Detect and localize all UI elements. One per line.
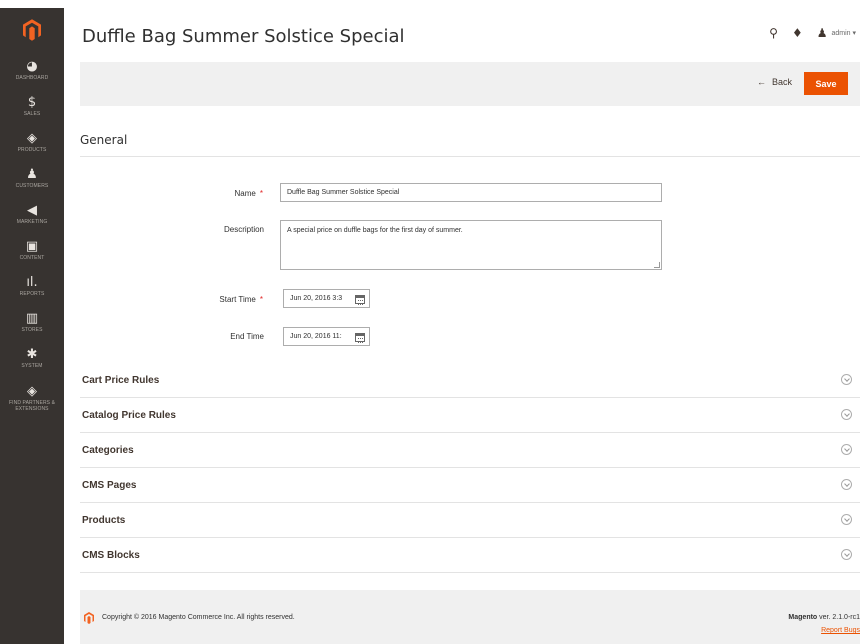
name-input[interactable]: Duffle Bag Summer Solstice Special xyxy=(280,183,662,202)
section-title: Cart Price Rules xyxy=(82,375,160,386)
collapsible-section-products[interactable]: Products xyxy=(80,504,860,538)
section-title: CMS Blocks xyxy=(82,550,140,561)
description-textarea[interactable]: A special price on duffle bags for the f… xyxy=(280,220,662,270)
copyright-text: Copyright © 2016 Magento Commerce Inc. A… xyxy=(102,614,295,621)
back-button[interactable]: ← Back xyxy=(757,77,792,87)
sidebar-item-dashboard[interactable]: ◕ DASHBOARD xyxy=(0,52,64,88)
admin-account-menu[interactable]: ♟ admin ▾ xyxy=(817,26,856,40)
sidebar-item-label: MARKETING xyxy=(16,218,48,225)
sidebar-item-label: REPORTS xyxy=(19,290,45,297)
sidebar-item-label: SYSTEM xyxy=(21,362,43,369)
magento-logo-icon xyxy=(84,612,94,624)
sidebar-item-label: STORES xyxy=(21,326,43,333)
sidebar-item-label: CONTENT xyxy=(19,254,45,261)
person-icon: ♟ xyxy=(26,166,38,182)
sidebar-item-label: SALES xyxy=(23,110,41,117)
page-actions-bar: ← Back Save xyxy=(80,62,860,106)
version-brand: Magento xyxy=(788,614,818,621)
version-info: Magento ver. 2.1.0-rc1 xyxy=(788,614,860,621)
cube-icon: ◈ xyxy=(27,383,37,399)
collapsible-section-cms-blocks[interactable]: CMS Blocks xyxy=(80,539,860,573)
chevron-down-icon[interactable] xyxy=(841,514,852,525)
start-time-value: Jun 20, 2016 3:3 xyxy=(290,295,343,302)
cube-icon: ◈ xyxy=(27,130,37,146)
section-title: CMS Pages xyxy=(82,480,137,491)
sidebar-item-products[interactable]: ◈ PRODUCTS xyxy=(0,124,64,160)
chevron-down-icon[interactable] xyxy=(841,549,852,560)
section-title: Categories xyxy=(82,445,134,456)
page-header: Duffle Bag Summer Solstice Special ⚲ ♦ ♟… xyxy=(64,8,866,58)
end-time-label: End Time xyxy=(230,332,264,341)
admin-label: admin ▾ xyxy=(831,30,856,37)
arrow-left-icon: ← xyxy=(756,77,766,87)
chevron-down-icon[interactable] xyxy=(841,444,852,455)
admin-sidebar: ◕ DASHBOARD $ SALES ◈ PRODUCTS ♟ CUSTOMERS ◀ MARK… xyxy=(0,8,64,644)
collapsible-section-cms-pages[interactable]: CMS Pages xyxy=(80,469,860,503)
start-time-label-text: Start Time xyxy=(219,295,256,304)
version-number: ver. 2.1.0-rc1 xyxy=(817,614,860,621)
required-mark: * xyxy=(259,189,263,198)
resize-handle[interactable] xyxy=(654,262,660,268)
user-icon: ♟ xyxy=(816,26,828,40)
collapsible-section-cart-price-rules[interactable]: Cart Price Rules xyxy=(80,364,860,398)
megaphone-icon: ◀ xyxy=(27,202,37,218)
sidebar-item-customers[interactable]: ♟ CUSTOMERS xyxy=(0,160,64,196)
save-button[interactable]: Save xyxy=(804,72,848,95)
logo[interactable] xyxy=(0,8,64,52)
section-title: Catalog Price Rules xyxy=(82,410,176,421)
back-label: Back xyxy=(771,77,792,87)
calendar-icon[interactable] xyxy=(355,333,365,343)
dollar-icon: $ xyxy=(27,94,37,110)
content-icon: ▣ xyxy=(25,238,39,254)
page-footer: Copyright © 2016 Magento Commerce Inc. A… xyxy=(80,590,860,644)
sidebar-item-label: FIND PARTNERS & EXTENSIONS xyxy=(8,399,56,412)
magento-logo-icon xyxy=(23,19,41,41)
section-title: Products xyxy=(82,515,126,526)
name-label: Name * xyxy=(143,189,263,198)
page-title: Duffle Bag Summer Solstice Special xyxy=(82,26,405,47)
sidebar-item-stores[interactable]: ▥ STORES xyxy=(0,304,64,340)
chevron-down-icon[interactable] xyxy=(841,374,852,385)
sidebar-item-marketing[interactable]: ◀ MARKETING xyxy=(0,196,64,232)
bell-icon[interactable]: ♦ xyxy=(792,26,803,40)
required-mark: * xyxy=(259,295,263,304)
description-label: Description xyxy=(223,225,264,234)
chevron-down-icon[interactable] xyxy=(841,479,852,490)
name-label-text: Name xyxy=(234,189,256,198)
sidebar-item-system[interactable]: ✱ SYSTEM xyxy=(0,340,64,376)
store-icon: ▥ xyxy=(25,310,39,326)
calendar-icon[interactable] xyxy=(355,295,365,305)
sidebar-item-sales[interactable]: $ SALES xyxy=(0,88,64,124)
collapsible-section-categories[interactable]: Categories xyxy=(80,434,860,468)
sidebar-item-label: DASHBOARD xyxy=(15,74,49,81)
chevron-down-icon[interactable] xyxy=(841,409,852,420)
start-time-label: Start Time * xyxy=(143,295,263,304)
sidebar-item-label: PRODUCTS xyxy=(17,146,47,153)
gear-icon: ✱ xyxy=(26,346,38,362)
sidebar-item-find-partners-extensions[interactable]: ◈ FIND PARTNERS & EXTENSIONS xyxy=(0,376,64,420)
description-value: A special price on duffle bags for the f… xyxy=(287,227,463,234)
report-bugs-link[interactable]: Report Bugs xyxy=(821,627,860,634)
collapsible-section-catalog-price-rules[interactable]: Catalog Price Rules xyxy=(80,399,860,433)
bar-chart-icon: ıl. xyxy=(26,274,38,290)
search-icon[interactable]: ⚲ xyxy=(769,26,778,40)
sidebar-item-content[interactable]: ▣ CONTENT xyxy=(0,232,64,268)
section-title-general: General xyxy=(80,133,128,147)
dashboard-icon: ◕ xyxy=(26,58,38,74)
divider xyxy=(80,156,860,157)
sidebar-item-label: CUSTOMERS xyxy=(15,182,49,189)
start-time-input[interactable]: Jun 20, 2016 3:3 xyxy=(283,289,370,308)
end-time-input[interactable]: Jun 20, 2016 11: xyxy=(283,327,370,346)
end-time-value: Jun 20, 2016 11: xyxy=(290,333,342,340)
sidebar-item-reports[interactable]: ıl. REPORTS xyxy=(0,268,64,304)
